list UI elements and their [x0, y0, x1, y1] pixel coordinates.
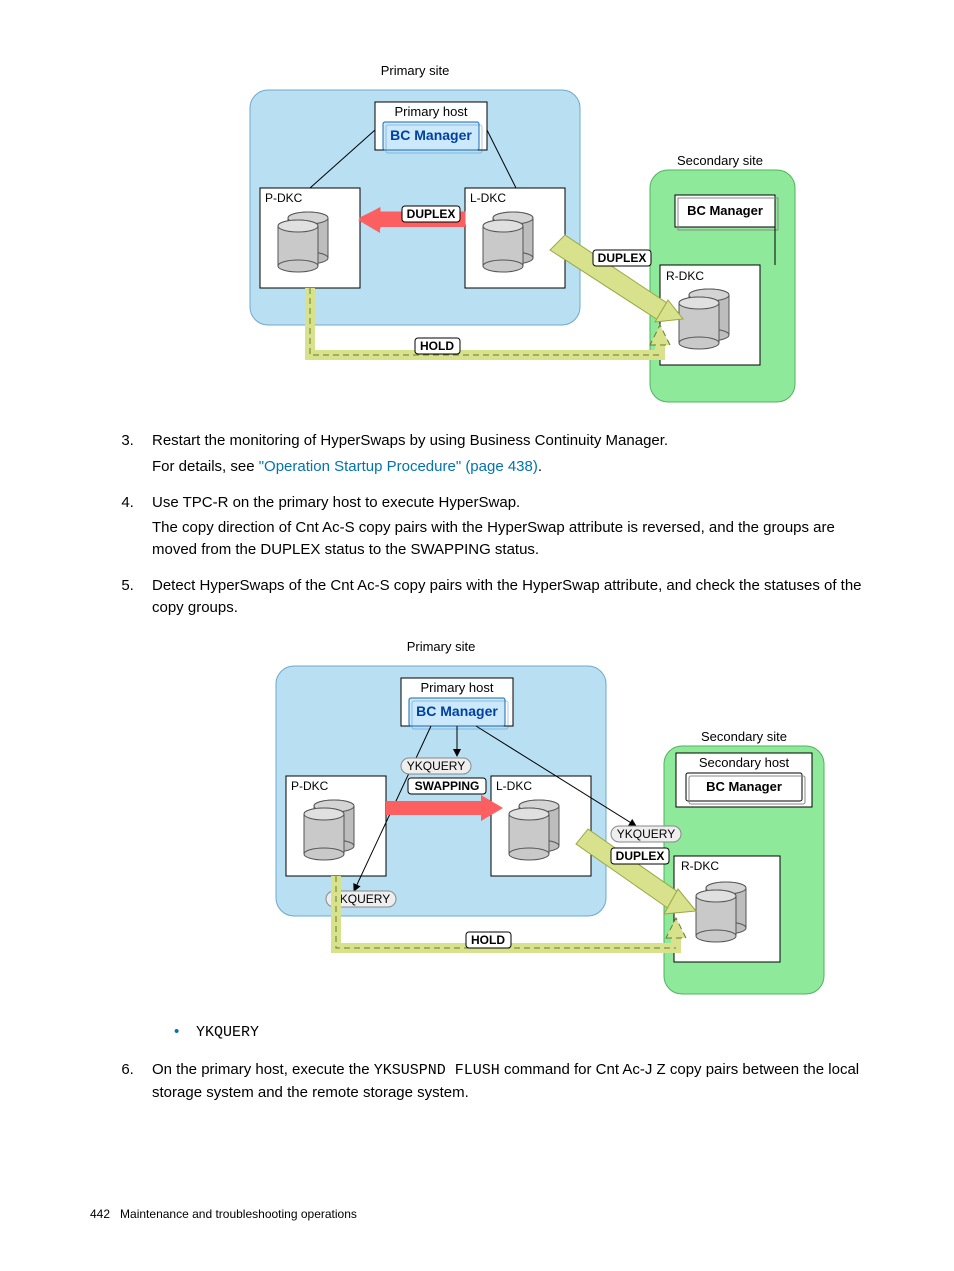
step-4-text: Use TPC-R on the primary host to execute… — [152, 494, 520, 511]
footer-title: Maintenance and troubleshooting operatio… — [120, 1207, 357, 1221]
svg-text:HOLD: HOLD — [420, 339, 454, 353]
link-operation-startup[interactable]: "Operation Startup Procedure" (page 438) — [259, 458, 538, 475]
step-3-text: Restart the monitoring of HyperSwaps by … — [152, 432, 668, 449]
svg-text:BC Manager: BC Manager — [390, 127, 472, 143]
step-5: Detect HyperSwaps of the Cnt Ac-S copy p… — [138, 575, 879, 1045]
svg-text:Primary host: Primary host — [420, 680, 493, 695]
cmd-yksuspnd-flush: YKSUSPND FLUSH — [374, 1062, 500, 1079]
svg-text:DUPLEX: DUPLEX — [615, 849, 664, 863]
svg-text:L-DKC: L-DKC — [470, 191, 506, 205]
svg-text:Primary host: Primary host — [394, 104, 467, 119]
diagram-2: Primary site Secondary site Primary host… — [206, 636, 826, 996]
svg-text:P-DKC: P-DKC — [291, 779, 329, 793]
svg-text:DUPLEX: DUPLEX — [406, 207, 455, 221]
svg-text:HOLD: HOLD — [471, 933, 505, 947]
step-6: On the primary host, execute the YKSUSPN… — [138, 1059, 879, 1104]
svg-text:Secondary site: Secondary site — [677, 153, 763, 168]
page-number: 442 — [90, 1207, 110, 1221]
bullet-list: YKQUERY — [174, 1021, 879, 1045]
svg-text:P-DKC: P-DKC — [265, 191, 303, 205]
svg-text:Secondary host: Secondary host — [698, 755, 789, 770]
svg-text:Primary site: Primary site — [406, 639, 475, 654]
page-footer: 442 Maintenance and troubleshooting oper… — [90, 1207, 357, 1221]
svg-text:BC Manager: BC Manager — [706, 779, 782, 794]
svg-text:Secondary site: Secondary site — [701, 729, 787, 744]
steps-list: Restart the monitoring of HyperSwaps by … — [100, 430, 879, 1103]
svg-text:YKQUERY: YKQUERY — [616, 827, 674, 841]
step-4: Use TPC-R on the primary host to execute… — [138, 492, 879, 561]
diagram-1: Primary site Secondary site Primary host… — [180, 60, 800, 405]
svg-text:R-DKC: R-DKC — [681, 859, 719, 873]
step-4-para: The copy direction of Cnt Ac-S copy pair… — [152, 517, 879, 561]
svg-text:YKQUERY: YKQUERY — [406, 759, 464, 773]
step-3-para: For details, see "Operation Startup Proc… — [152, 456, 879, 478]
svg-text:Primary site: Primary site — [380, 63, 449, 78]
svg-text:L-DKC: L-DKC — [496, 779, 532, 793]
step-3: Restart the monitoring of HyperSwaps by … — [138, 430, 879, 478]
bullet-ykquery: YKQUERY — [174, 1021, 879, 1045]
svg-text:SWAPPING: SWAPPING — [414, 779, 479, 793]
svg-text:R-DKC: R-DKC — [666, 269, 704, 283]
svg-text:BC Manager: BC Manager — [687, 203, 763, 218]
svg-text:DUPLEX: DUPLEX — [597, 251, 646, 265]
step-5-text: Detect HyperSwaps of the Cnt Ac-S copy p… — [152, 577, 862, 616]
svg-text:BC Manager: BC Manager — [416, 703, 498, 719]
